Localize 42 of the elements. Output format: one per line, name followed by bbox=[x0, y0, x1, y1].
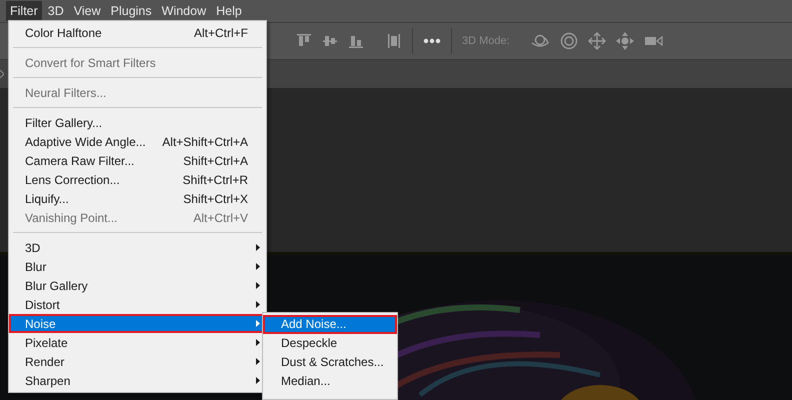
submenu-arrow-icon bbox=[256, 339, 260, 346]
distribute-icon[interactable] bbox=[386, 33, 402, 49]
orbit-icon[interactable] bbox=[530, 33, 550, 49]
menu-item[interactable]: Pixelate bbox=[9, 333, 266, 352]
menu-item[interactable]: 3D bbox=[9, 238, 266, 257]
menu-item[interactable]: Add Noise... bbox=[263, 315, 397, 334]
pan-icon[interactable] bbox=[588, 32, 606, 50]
menu-item[interactable]: Liquify... Shift+Ctrl+X bbox=[9, 189, 266, 208]
menu-item[interactable]: 3D bbox=[44, 1, 68, 21]
menu-item[interactable]: Distort bbox=[9, 295, 266, 314]
menu-item[interactable]: Filter Gallery... bbox=[9, 113, 266, 132]
menu-item[interactable]: Camera Raw Filter... Shift+Ctrl+A bbox=[9, 151, 266, 170]
menu-item[interactable]: Render bbox=[9, 352, 266, 371]
menu-item[interactable]: Median... bbox=[263, 372, 397, 391]
submenu-arrow-icon bbox=[256, 320, 260, 327]
align-bottom-icon[interactable] bbox=[348, 33, 364, 49]
menu-item[interactable]: Color Halftone Alt+Ctrl+F bbox=[9, 23, 266, 42]
menu-item[interactable]: Adaptive Wide Angle... Alt+Shift+Ctrl+A bbox=[9, 132, 266, 151]
video-camera-icon[interactable] bbox=[644, 34, 664, 48]
menu-item[interactable]: Window bbox=[158, 1, 210, 21]
menu-item[interactable]: Blur Gallery bbox=[9, 276, 266, 295]
menu-item[interactable]: Lens Correction... Shift+Ctrl+R bbox=[9, 170, 266, 189]
submenu-arrow-icon bbox=[256, 282, 260, 289]
align-middle-icon[interactable] bbox=[322, 33, 338, 49]
menu-item[interactable]: Dust & Scratches... bbox=[263, 353, 397, 372]
submenu-arrow-icon bbox=[256, 244, 260, 251]
submenu-arrow-icon bbox=[256, 301, 260, 308]
menu-item[interactable]: Help bbox=[212, 1, 246, 21]
slide-icon[interactable] bbox=[616, 32, 634, 50]
submenu-arrow-icon bbox=[256, 377, 260, 384]
menu-item[interactable]: Plugins bbox=[106, 1, 156, 21]
expand-icon[interactable] bbox=[0, 70, 4, 78]
menu-item[interactable]: Sharpen bbox=[9, 371, 266, 390]
more-icon[interactable] bbox=[423, 38, 441, 44]
align-top-icon[interactable] bbox=[296, 33, 312, 49]
roll-icon[interactable] bbox=[560, 32, 578, 50]
menu-item[interactable]: Despeckle bbox=[263, 334, 397, 353]
menu-item[interactable]: Filter bbox=[6, 1, 42, 21]
menu-item[interactable]: Blur bbox=[9, 257, 266, 276]
menu-item[interactable]: View bbox=[70, 1, 105, 21]
submenu-arrow-icon bbox=[256, 358, 260, 365]
submenu-arrow-icon bbox=[256, 263, 260, 270]
